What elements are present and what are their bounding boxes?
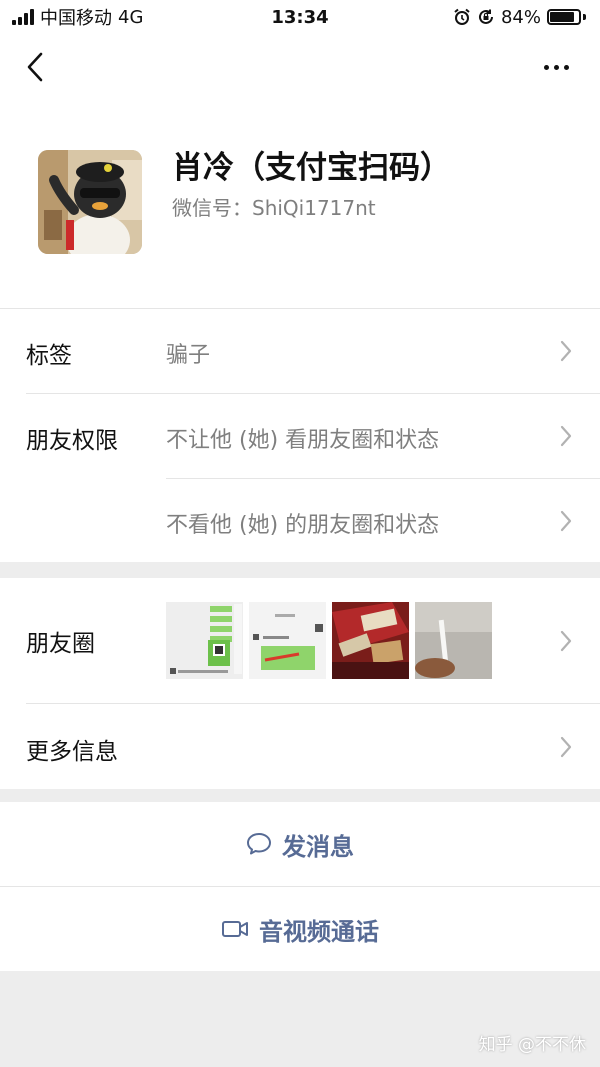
permission-hide-their-moments: 不看他 (她) 的朋友圈和状态 — [166, 513, 440, 538]
avatar-image — [38, 150, 142, 254]
contact-profile-screen: 中国移动 4G 13:34 84% 肖冷（支付宝扫码） 微信号：ShiQi171… — [0, 0, 600, 1067]
more-dot — [553, 64, 559, 70]
moments-section: 朋友圈 更多信息 — [0, 578, 600, 789]
status-right: 84% — [453, 7, 586, 28]
wechat-id-label: 微信号： — [172, 196, 252, 220]
more-button[interactable] — [536, 50, 576, 84]
moment-thumbnail — [249, 602, 326, 679]
more-dot — [543, 64, 549, 70]
send-message-button[interactable]: 发消息 — [0, 802, 600, 886]
alarm-icon — [454, 8, 470, 25]
back-button[interactable] — [18, 50, 52, 84]
more-info-label: 更多信息 — [26, 739, 118, 765]
nav-bar — [0, 34, 600, 100]
carrier-name: 中国移动 — [40, 8, 112, 29]
moments-thumbnails — [166, 602, 492, 679]
chevron-right-icon — [560, 510, 572, 532]
tags-row[interactable]: 标签 骗子 — [0, 309, 600, 393]
chevron-right-icon — [560, 425, 572, 447]
permission-hide-my-moments: 不让他 (她) 看朋友圈和状态 — [166, 428, 440, 453]
more-dot — [563, 64, 569, 70]
tags-label: 标签 — [26, 343, 72, 369]
permission-row-hide-my-moments[interactable]: 朋友权限 不让他 (她) 看朋友圈和状态 — [0, 394, 600, 478]
video-call-button[interactable]: 音视频通话 — [0, 887, 600, 971]
wechat-id-value: ShiQi1717nt — [252, 196, 376, 220]
battery-percent: 84% — [500, 6, 541, 28]
moments-row[interactable]: 朋友圈 — [0, 578, 600, 703]
profile-section: 肖冷（支付宝扫码） 微信号：ShiQi1717nt 标签 骗子 朋友权限 不让他… — [0, 34, 600, 562]
tags-value: 骗子 — [166, 343, 211, 368]
send-message-label: 发消息 — [282, 832, 354, 861]
rotation-lock-icon — [479, 9, 493, 24]
network-type: 4G — [118, 6, 144, 28]
moment-thumbnail — [415, 602, 492, 679]
moments-label: 朋友圈 — [26, 631, 95, 657]
video-call-label: 音视频通话 — [259, 917, 379, 946]
battery-icon — [547, 9, 586, 25]
watermark: 知乎 @不不休 — [478, 1035, 586, 1055]
wechat-id-line: 微信号：ShiQi1717nt — [172, 192, 376, 221]
chat-bubble-icon — [247, 833, 271, 855]
video-camera-icon — [222, 921, 248, 937]
chevron-right-icon — [560, 736, 572, 758]
signal-icon — [12, 9, 34, 25]
more-info-row[interactable]: 更多信息 — [0, 704, 600, 789]
status-bar: 中国移动 4G 13:34 84% — [0, 0, 600, 34]
contact-name: 肖冷（支付宝扫码） — [172, 150, 451, 186]
chevron-right-icon — [560, 630, 572, 652]
chevron-right-icon — [560, 340, 572, 362]
moment-thumbnail — [166, 602, 243, 679]
chevron-left-icon — [27, 52, 43, 82]
moment-thumbnail — [332, 602, 409, 679]
status-left: 中国移动 4G — [12, 4, 143, 30]
avatar[interactable] — [38, 150, 142, 254]
permissions-label: 朋友权限 — [26, 428, 118, 454]
permission-row-hide-their-moments[interactable]: 不看他 (她) 的朋友圈和状态 — [0, 479, 600, 562]
